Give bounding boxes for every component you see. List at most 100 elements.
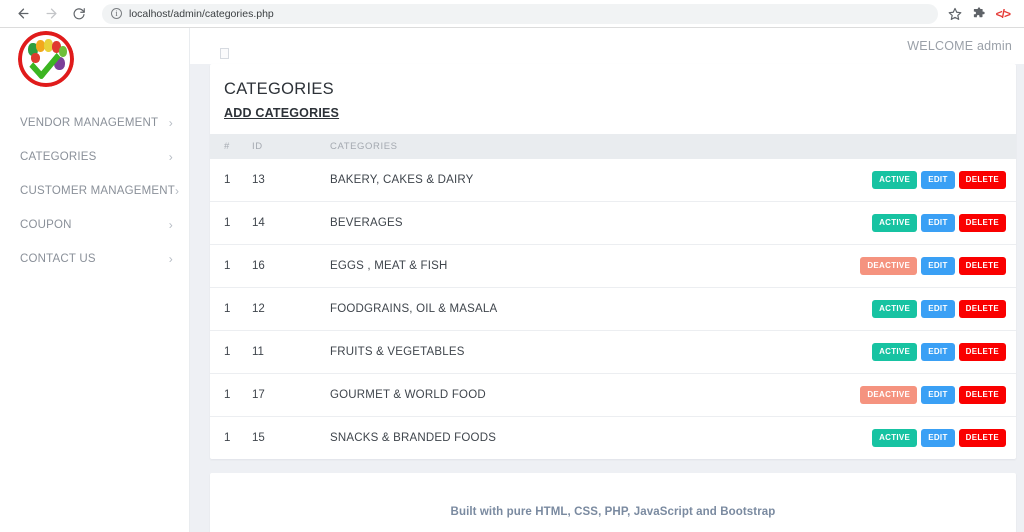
cell-actions: ACTIVE EDIT DELETE [860,159,1016,202]
table-body: 1 13 BAKERY, CAKES & DAIRY ACTIVE EDIT D… [210,159,1016,459]
cell-actions: ACTIVE EDIT DELETE [860,416,1016,459]
chevron-right-icon: › [175,184,180,198]
chevron-right-icon: › [168,218,173,232]
cell-id: 17 [252,373,330,417]
cell-category: GOURMET & WORLD FOOD [330,373,861,417]
delete-button[interactable]: DELETE [958,257,1006,275]
status-toggle-button[interactable]: ACTIVE [872,214,918,232]
address-bar[interactable]: i localhost/admin/categories.php [102,3,938,24]
status-toggle-button[interactable]: ACTIVE [872,429,918,447]
brand[interactable] [0,30,189,88]
brand-subtitle [0,82,189,92]
edit-button[interactable]: EDIT [921,257,955,275]
cell-category: BAKERY, CAKES & DAIRY [330,174,474,186]
status-toggle-button[interactable]: ACTIVE [872,343,918,361]
edit-button[interactable]: EDIT [921,429,955,447]
edit-button[interactable]: EDIT [921,386,955,404]
back-button[interactable] [10,1,36,27]
reload-icon [73,7,85,19]
cell-category: FOODGRAINS, OIL & MASALA [330,287,861,331]
edit-button[interactable]: EDIT [921,300,955,318]
add-categories-link[interactable]: ADD CATEGORIES [224,106,339,120]
footer-card: Built with pure HTML, CSS, PHP, JavaScri… [210,473,1016,532]
delete-button[interactable]: DELETE [958,343,1006,361]
sidebar-item-vendor-management[interactable]: VENDOR MANAGEMENT › [0,106,189,140]
cell-actions: ACTIVE EDIT DELETE [860,330,1016,374]
sidebar-item-label: CUSTOMER MANAGEMENT [20,185,176,197]
cell-actions: ACTIVE EDIT DELETE [860,201,1016,245]
forward-arrow-icon [46,8,56,19]
star-icon[interactable] [948,7,962,21]
status-toggle-button[interactable]: ACTIVE [872,300,918,318]
table-row: 1 15 SNACKS & BRANDED FOODS ACTIVE EDIT … [210,416,1016,459]
cell-num: 1 [210,330,252,374]
back-arrow-icon [18,8,28,19]
browser-actions: </> [948,7,1014,21]
categories-table: # ID CATEGORIES 1 13 BAKERY, CAKES & DAI… [210,134,1016,459]
chevron-right-icon: › [168,150,173,164]
cell-num: 1 [210,373,252,417]
url-text[interactable]: localhost/admin/categories.php [129,8,274,20]
sidebar-item-contact-us[interactable]: CONTACT US › [0,242,189,276]
cell-actions: DEACTIVE EDIT DELETE [860,373,1016,417]
status-toggle-button[interactable]: DEACTIVE [860,257,918,275]
cell-num: 1 [210,244,252,288]
footer-text: Built with pure HTML, CSS, PHP, JavaScri… [450,506,776,518]
cell-id: 16 [252,244,330,288]
chevron-right-icon: › [168,252,173,266]
status-toggle-button[interactable]: ACTIVE [872,171,918,189]
cell-actions: ACTIVE EDIT DELETE [860,287,1016,331]
column-header-id: ID [252,134,330,159]
categories-card: CATEGORIES ADD CATEGORIES # ID CATEGORIE… [210,64,1016,459]
table-row: 1 17 GOURMET & WORLD FOOD DEACTIVE EDIT … [210,373,1016,417]
chevron-right-icon: › [168,116,173,130]
sidebar-item-coupon[interactable]: COUPON › [0,208,189,242]
sidebar-item-label: CATEGORIES [20,151,97,163]
delete-button[interactable]: DELETE [958,300,1006,318]
delete-button[interactable]: DELETE [958,214,1006,232]
table-header-row: # ID CATEGORIES [210,134,1016,159]
code-icon[interactable]: </> [996,7,1011,21]
cell-actions: DEACTIVE EDIT DELETE [860,244,1016,288]
cell-category: FRUITS & VEGETABLES [330,330,861,374]
sidebar-item-label: COUPON [20,219,72,231]
cell-num: 1 [224,174,231,186]
cell-category: SNACKS & BRANDED FOODS [330,416,861,459]
edit-button[interactable]: EDIT [921,214,955,232]
welcome-text: WELCOME admin [907,39,1012,53]
page-title: CATEGORIES [224,80,334,98]
cell-num: 1 [210,416,252,459]
site-info-icon[interactable]: i [111,8,122,19]
cell-id: 14 [252,201,330,245]
sidebar-item-categories[interactable]: CATEGORIES › [0,140,189,174]
sidebar-item-customer-management[interactable]: CUSTOMER MANAGEMENT › [0,174,189,208]
column-header-category: CATEGORIES [330,134,861,159]
cell-id: 12 [252,287,330,331]
reload-button[interactable] [66,1,92,27]
sidebar-item-label: VENDOR MANAGEMENT [20,117,159,129]
table-row: 1 13 BAKERY, CAKES & DAIRY ACTIVE EDIT D… [210,159,1016,202]
column-header-num: # [210,134,252,159]
puzzle-piece-icon[interactable] [972,6,986,21]
edit-button[interactable]: EDIT [921,343,955,361]
column-header-actions [860,134,1016,159]
cell-num: 1 [210,201,252,245]
hamburger-menu-icon[interactable] [220,47,229,59]
delete-button[interactable]: DELETE [958,171,1006,189]
forward-button[interactable] [38,1,64,27]
edit-button[interactable]: EDIT [921,171,955,189]
browser-toolbar: i localhost/admin/categories.php </> [0,0,1024,28]
cell-id: 11 [252,330,330,374]
content-area: CATEGORIES ADD CATEGORIES # ID CATEGORIE… [190,64,1024,532]
delete-button[interactable]: DELETE [958,386,1006,404]
main-content: WELCOME admin CATEGORIES ADD CATEGORIES … [190,28,1024,532]
cell-id: 13 [252,174,265,186]
card-header: CATEGORIES ADD CATEGORIES [210,64,1016,134]
cell-id: 15 [252,416,330,459]
table-row: 1 14 BEVERAGES ACTIVE EDIT DELETE [210,201,1016,245]
table-row: 1 12 FOODGRAINS, OIL & MASALA ACTIVE EDI… [210,287,1016,331]
app-shell: VENDOR MANAGEMENT › CATEGORIES › CUSTOME… [0,28,1024,532]
topbar: WELCOME admin [190,28,1024,64]
status-toggle-button[interactable]: DEACTIVE [860,386,918,404]
delete-button[interactable]: DELETE [958,429,1006,447]
